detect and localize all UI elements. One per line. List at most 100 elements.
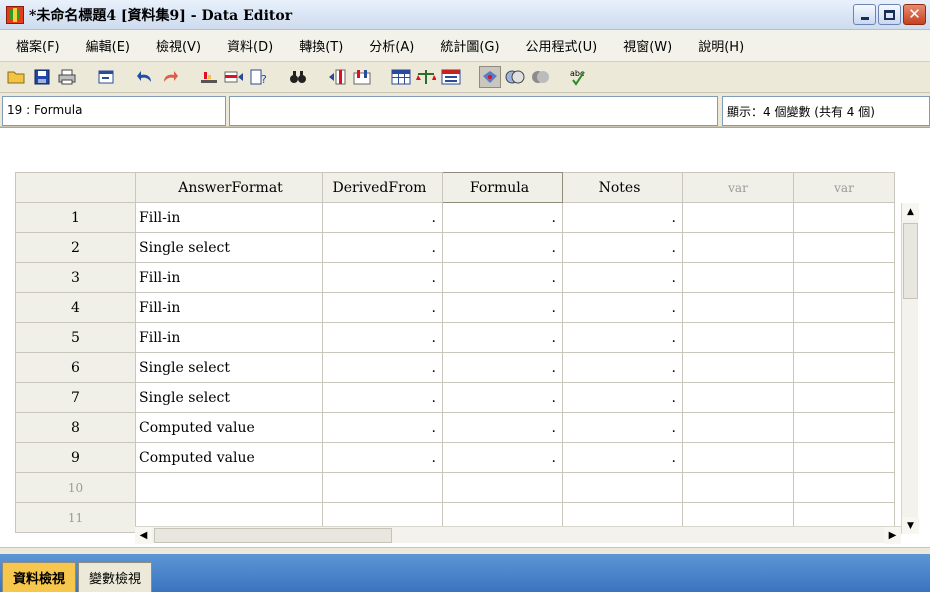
cell-var[interactable] [682, 202, 794, 233]
cell-value-editor[interactable] [229, 96, 718, 126]
column-header-formula[interactable]: Formula [442, 172, 563, 203]
goto-case-icon[interactable] [198, 66, 220, 88]
cell-derivedfrom[interactable]: . [322, 442, 443, 473]
row-number[interactable]: 7 [15, 382, 136, 413]
cell-formula[interactable]: . [442, 262, 563, 293]
menu-utilities[interactable]: 公用程式(U) [520, 36, 604, 55]
cell-var[interactable] [793, 412, 895, 443]
cell-var[interactable] [682, 352, 794, 383]
cell-var[interactable] [793, 232, 895, 263]
cell-var[interactable] [682, 382, 794, 413]
cell-derivedfrom[interactable]: . [322, 352, 443, 383]
horizontal-scroll-thumb[interactable] [154, 528, 392, 543]
menu-graphs[interactable]: 統計圖(G) [434, 36, 505, 55]
cell-notes[interactable] [562, 472, 683, 503]
cell-formula[interactable]: . [442, 412, 563, 443]
cell-var[interactable] [682, 472, 794, 503]
row-number[interactable]: 10 [15, 472, 136, 503]
insert-variable-icon[interactable] [326, 66, 348, 88]
close-button[interactable]: ✕ [903, 4, 926, 25]
cell-answerformat[interactable]: Fill-in [135, 292, 323, 323]
print-icon[interactable] [56, 66, 78, 88]
cell-var[interactable] [793, 202, 895, 233]
cell-derivedfrom[interactable]: . [322, 262, 443, 293]
menu-help[interactable]: 說明(H) [692, 36, 750, 55]
cell-notes[interactable]: . [562, 202, 683, 233]
split-file-icon[interactable] [351, 66, 373, 88]
corner-cell[interactable] [15, 172, 136, 203]
show-sets-icon[interactable] [504, 66, 526, 88]
cell-derivedfrom[interactable]: . [322, 322, 443, 353]
column-header-derivedfrom[interactable]: DerivedFrom [322, 172, 443, 203]
horizontal-scrollbar[interactable]: ◀ ▶ [135, 526, 901, 544]
cell-notes[interactable]: . [562, 382, 683, 413]
cell-formula[interactable]: . [442, 232, 563, 263]
cell-notes[interactable]: . [562, 412, 683, 443]
scroll-left-button[interactable]: ◀ [135, 527, 152, 544]
vertical-scrollbar[interactable]: ▲ ▼ [901, 203, 919, 534]
cell-formula[interactable]: . [442, 442, 563, 473]
cell-formula[interactable]: . [442, 352, 563, 383]
menu-data[interactable]: 資料(D) [221, 36, 279, 55]
find-icon[interactable] [287, 66, 309, 88]
cell-notes[interactable]: . [562, 292, 683, 323]
cell-notes[interactable]: . [562, 442, 683, 473]
row-number[interactable]: 2 [15, 232, 136, 263]
menu-view[interactable]: 檢視(V) [150, 36, 207, 55]
cell-formula[interactable]: . [442, 292, 563, 323]
cell-answerformat[interactable]: Fill-in [135, 322, 323, 353]
redo-icon[interactable] [159, 66, 181, 88]
save-icon[interactable] [31, 66, 53, 88]
insert-case-icon[interactable] [223, 66, 245, 88]
row-number[interactable]: 6 [15, 352, 136, 383]
scroll-right-button[interactable]: ▶ [884, 527, 901, 544]
cell-var[interactable] [793, 352, 895, 383]
cell-notes[interactable]: . [562, 232, 683, 263]
row-number[interactable]: 9 [15, 442, 136, 473]
cell-answerformat[interactable]: Computed value [135, 412, 323, 443]
cell-answerformat[interactable]: Fill-in [135, 202, 323, 233]
menu-window[interactable]: 視窗(W) [617, 36, 678, 55]
dialog-recall-icon[interactable] [95, 66, 117, 88]
weight-cases-icon[interactable] [390, 66, 412, 88]
cell-var[interactable] [793, 472, 895, 503]
column-header-answerformat[interactable]: AnswerFormat [135, 172, 323, 203]
cell-answerformat[interactable]: Single select [135, 382, 323, 413]
open-folder-icon[interactable] [6, 66, 28, 88]
spss-app-icon[interactable] [6, 5, 24, 24]
cell-derivedfrom[interactable] [322, 472, 443, 503]
cell-derivedfrom[interactable]: . [322, 202, 443, 233]
cell-answerformat[interactable] [135, 472, 323, 503]
cell-answerformat[interactable]: Single select [135, 352, 323, 383]
cell-var[interactable] [682, 262, 794, 293]
cell-derivedfrom[interactable]: . [322, 292, 443, 323]
cell-notes[interactable]: . [562, 322, 683, 353]
variables-icon[interactable]: ? [248, 66, 270, 88]
cell-answerformat[interactable]: Computed value [135, 442, 323, 473]
cell-var[interactable] [682, 232, 794, 263]
row-number[interactable]: 8 [15, 412, 136, 443]
select-cases-icon[interactable] [415, 66, 437, 88]
cell-var[interactable] [793, 262, 895, 293]
spell-check-icon[interactable]: abc [568, 66, 590, 88]
cell-derivedfrom[interactable]: . [322, 232, 443, 263]
cell-var[interactable] [793, 382, 895, 413]
scroll-down-button[interactable]: ▼ [902, 517, 919, 534]
row-number[interactable]: 1 [15, 202, 136, 233]
cell-var[interactable] [682, 412, 794, 443]
cell-formula[interactable] [442, 472, 563, 503]
tab-data-view[interactable]: 資料檢視 [2, 562, 77, 592]
cell-var[interactable] [793, 442, 895, 473]
tab-variable-view[interactable]: 變數檢視 [78, 562, 153, 592]
cell-formula[interactable]: . [442, 202, 563, 233]
vertical-scroll-thumb[interactable] [903, 223, 918, 299]
maximize-button[interactable] [878, 4, 901, 25]
value-labels-icon[interactable] [440, 66, 462, 88]
menu-file[interactable]: 檔案(F) [10, 36, 66, 55]
menu-edit[interactable]: 編輯(E) [80, 36, 136, 55]
column-header-notes[interactable]: Notes [562, 172, 683, 203]
cell-notes[interactable]: . [562, 262, 683, 293]
column-header-var[interactable]: var [682, 172, 794, 203]
cell-derivedfrom[interactable]: . [322, 412, 443, 443]
cell-notes[interactable]: . [562, 352, 683, 383]
